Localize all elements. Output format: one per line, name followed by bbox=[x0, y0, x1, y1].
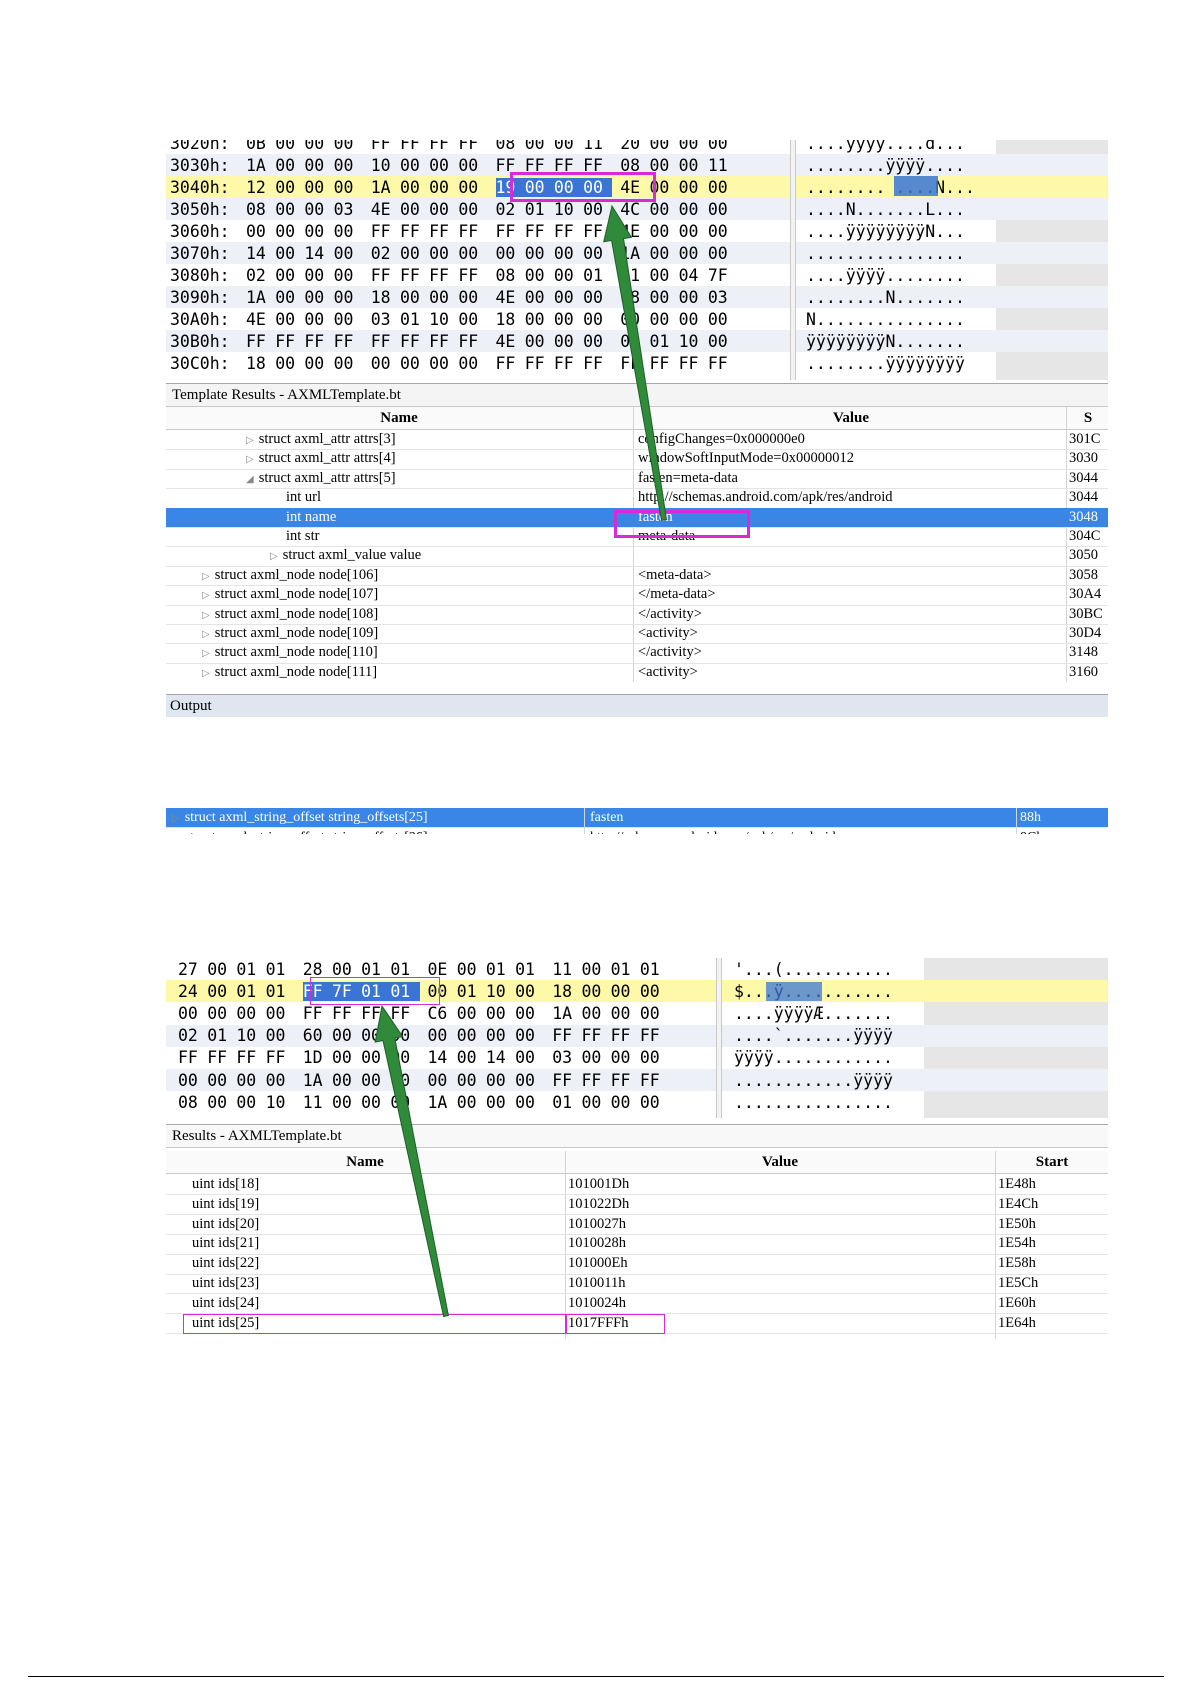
page-footer-rule bbox=[28, 1676, 1164, 1677]
green-arrow-upper bbox=[603, 204, 668, 521]
green-arrow-lower bbox=[374, 1004, 449, 1318]
annotation-arrows bbox=[374, 204, 668, 1318]
